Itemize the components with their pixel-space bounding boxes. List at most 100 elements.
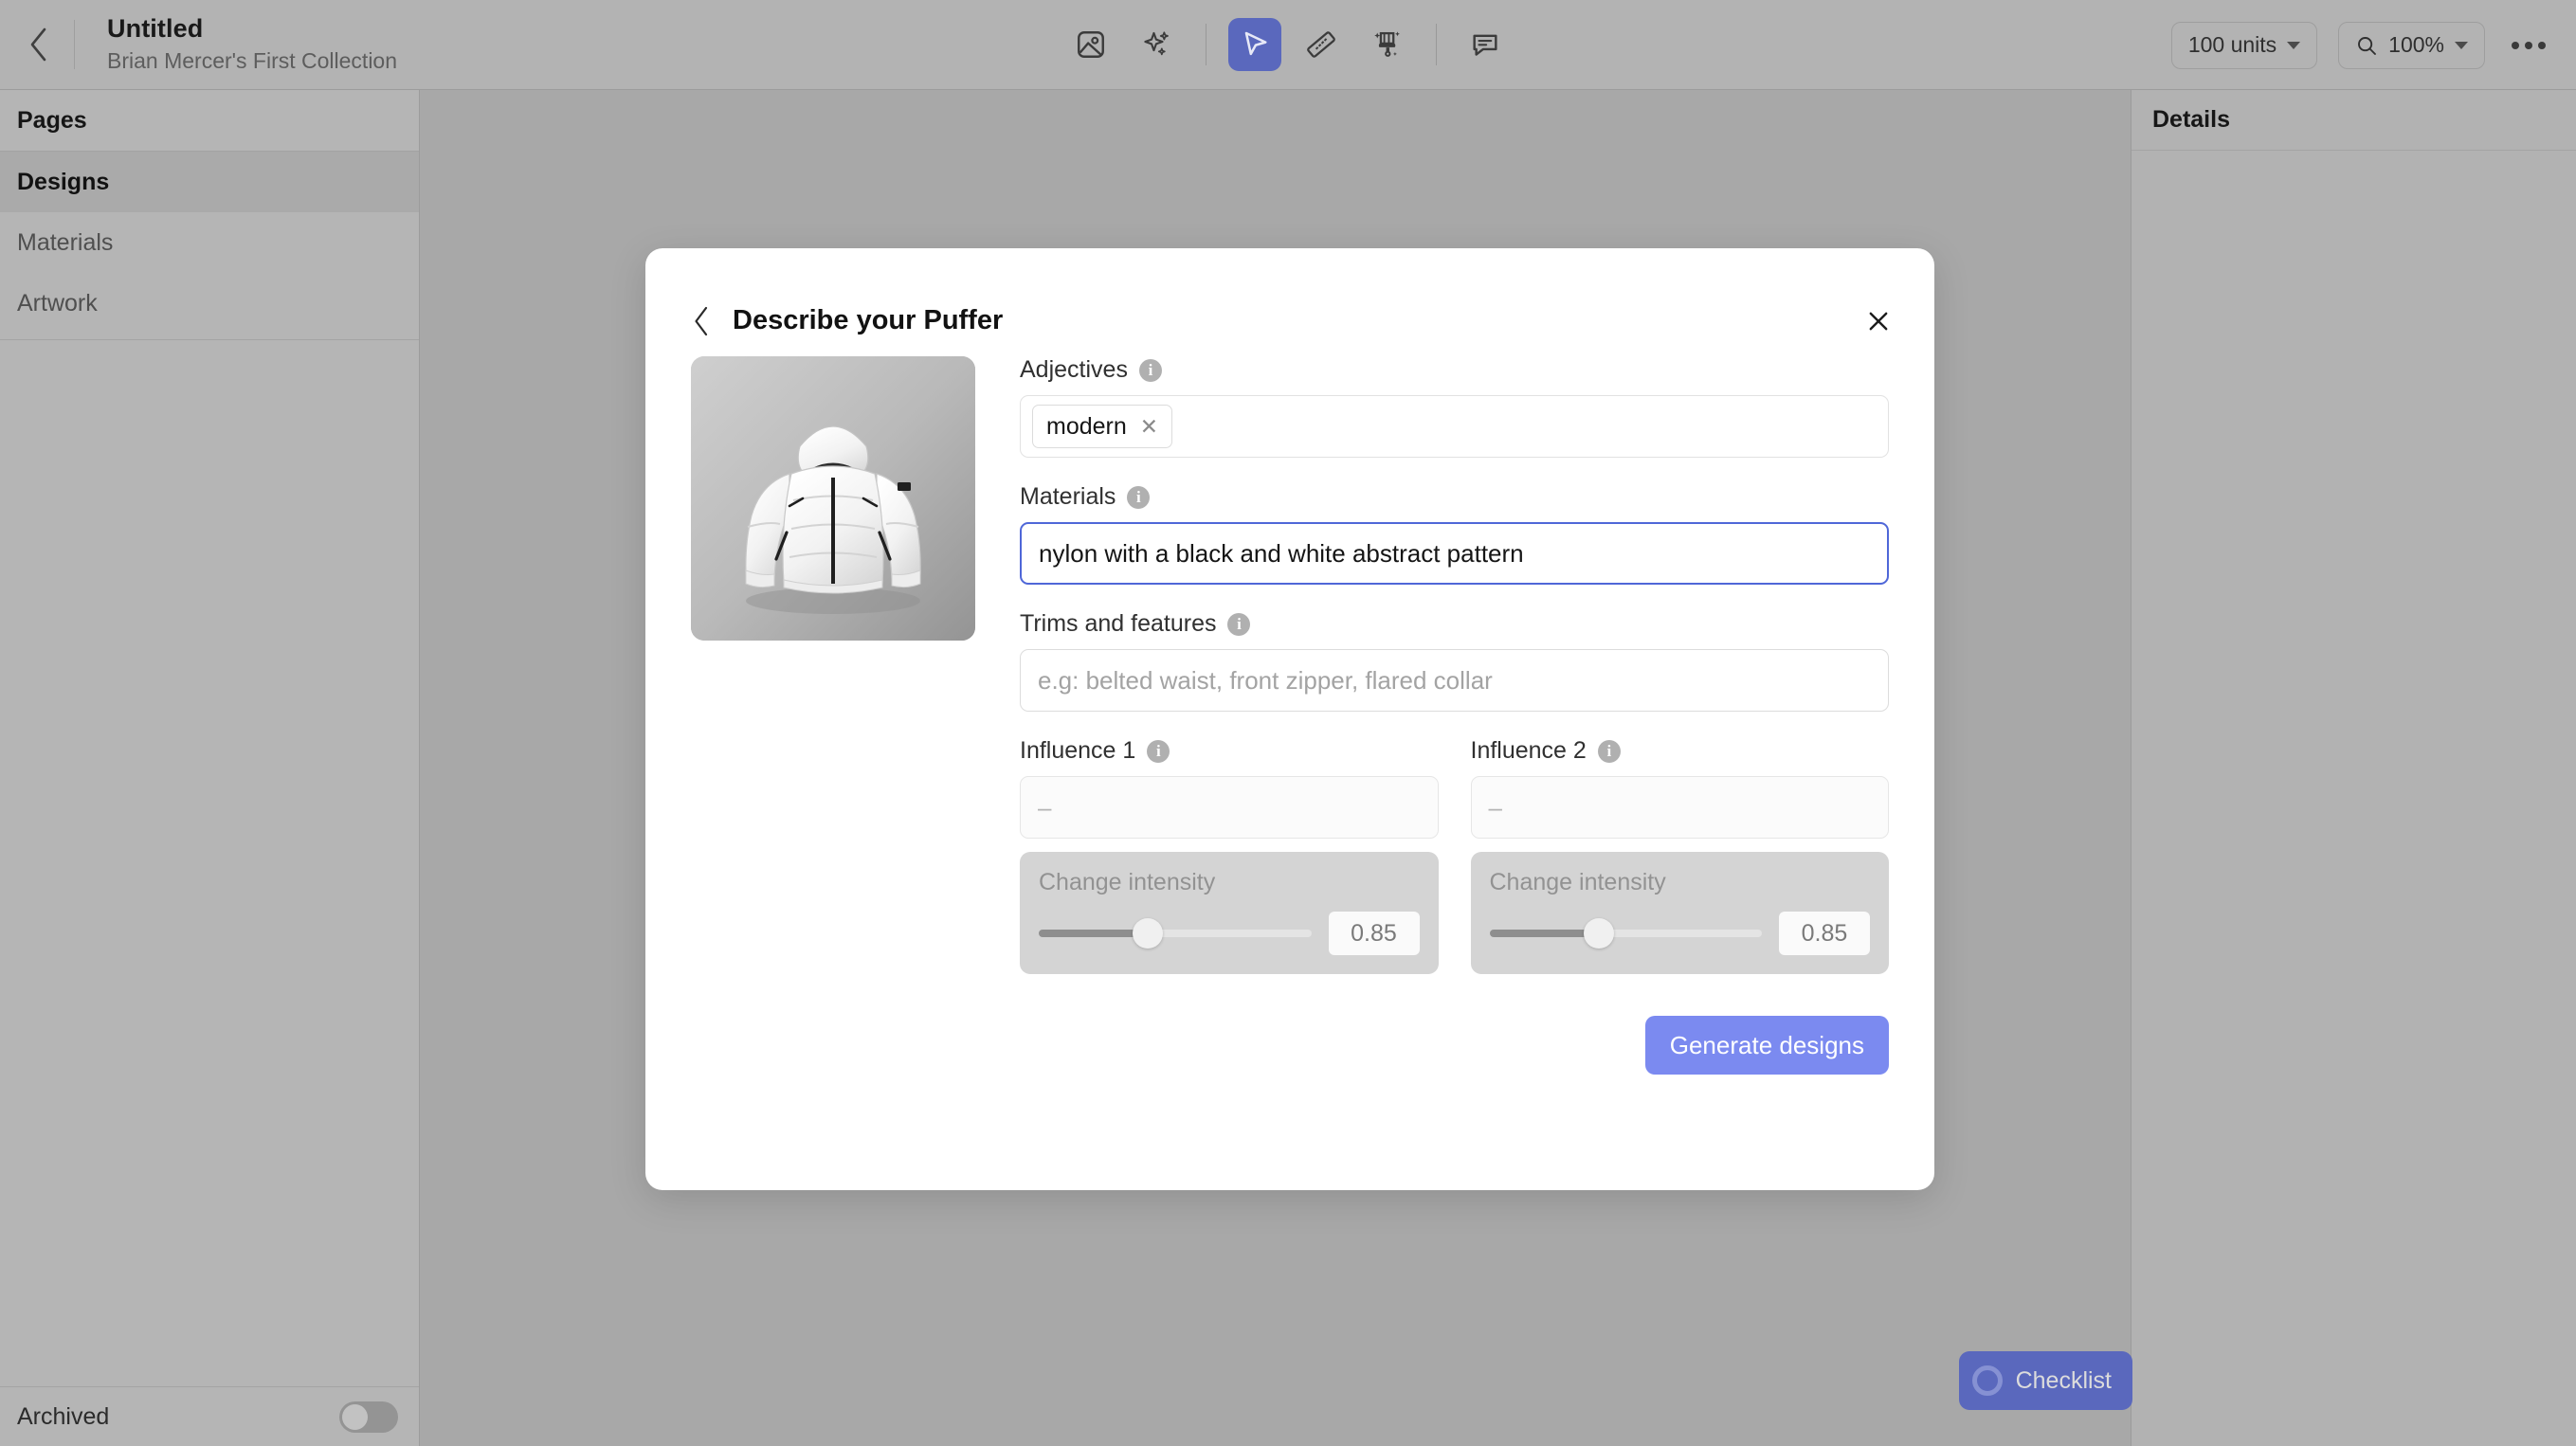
units-dropdown[interactable]: 100 units — [2170, 21, 2318, 69]
adjective-tag-label: modern — [1046, 412, 1127, 440]
influence-2-label: Influence 2 — [1470, 737, 1587, 764]
paint-tool-button[interactable] — [1361, 18, 1414, 71]
ruler-measure-icon — [1307, 31, 1335, 58]
sparkle-ai-icon — [1144, 31, 1169, 56]
trims-label-row: Trims and features i — [1020, 610, 1889, 638]
measure-tool-button[interactable] — [1295, 18, 1348, 71]
top-toolbar: Untitled Brian Mercer's First Collection — [0, 0, 2576, 90]
influence-1-intensity-value[interactable]: 0.85 — [1328, 912, 1420, 955]
toggle-knob — [342, 1403, 368, 1430]
toolbar-divider — [74, 20, 75, 69]
modal-back-button[interactable] — [680, 299, 723, 343]
sidebar-item-designs[interactable]: Designs — [0, 152, 419, 212]
collection-subtitle: Brian Mercer's First Collection — [107, 48, 398, 74]
chevron-left-icon — [30, 27, 46, 62]
influence-2-slider[interactable] — [1489, 918, 1762, 949]
progress-ring-icon — [1971, 1365, 2003, 1396]
sidebar-item-artwork[interactable]: Artwork — [0, 273, 419, 334]
thumbnail-column — [691, 356, 975, 974]
checklist-button[interactable]: Checklist — [1958, 1351, 2132, 1410]
topbar-right-controls: 100 units 100% — [2170, 0, 2551, 90]
sidebar-item-label: Designs — [17, 168, 110, 195]
cursor-select-tool-button[interactable] — [1228, 18, 1281, 71]
modal-header: Describe your Puffer — [645, 248, 1934, 356]
checklist-label: Checklist — [2015, 1366, 2112, 1394]
paintbrush-icon — [1374, 31, 1400, 57]
influences-row: Influence 1 i – Change intensity 0.85 In… — [1020, 737, 1889, 974]
modal-footer: Generate designs — [645, 974, 1934, 1075]
search-icon — [2358, 36, 2377, 55]
modal-body: Adjectives i modern ✕ Materials i nylon … — [645, 356, 1934, 974]
influence-2-label-row: Influence 2 i — [1471, 737, 1890, 765]
sidebar-item-label: Pages — [17, 106, 87, 134]
info-icon[interactable]: i — [1597, 739, 1621, 763]
details-panel: Details — [2131, 90, 2576, 1446]
image-icon — [1078, 31, 1104, 58]
influence-2-intensity-value[interactable]: 0.85 — [1779, 912, 1870, 955]
tool-divider-2 — [1436, 24, 1437, 65]
influence-2-column: Influence 2 i – Change intensity 0.85 — [1470, 737, 1890, 974]
influence-2-intensity-label: Change intensity — [1489, 869, 1666, 895]
influence-2-intensity-panel: Change intensity 0.85 — [1470, 852, 1889, 974]
describe-puffer-modal: Describe your Puffer Adjectives i modern… — [645, 248, 1934, 1190]
influence-2-slider-row: 0.85 — [1489, 912, 1870, 955]
slider-thumb[interactable] — [1583, 918, 1614, 949]
sidebar-item-pages[interactable]: Pages — [0, 90, 419, 151]
image-tool-button[interactable] — [1064, 18, 1117, 71]
influence-1-input[interactable]: – — [1020, 776, 1439, 839]
details-panel-title: Details — [2132, 90, 2576, 151]
sidebar-item-materials[interactable]: Materials — [0, 212, 419, 273]
info-icon[interactable]: i — [1147, 739, 1170, 763]
back-button[interactable] — [9, 15, 68, 74]
comment-icon — [1473, 34, 1497, 56]
puffer-thumbnail[interactable] — [691, 356, 975, 641]
generate-designs-button[interactable]: Generate designs — [1644, 1016, 1889, 1075]
chevron-left-icon — [695, 306, 708, 336]
info-icon[interactable]: i — [1138, 358, 1162, 382]
slider-fill — [1039, 930, 1148, 937]
modal-close-button[interactable] — [1857, 299, 1900, 343]
chevron-down-icon — [2455, 41, 2468, 49]
page-title: Untitled — [107, 13, 204, 43]
influence-1-intensity-panel: Change intensity 0.85 — [1020, 852, 1439, 974]
cursor-select-icon — [1244, 31, 1267, 56]
materials-input[interactable]: nylon with a black and white abstract pa… — [1020, 522, 1889, 585]
modal-title: Describe your Puffer — [733, 305, 1004, 335]
influence-1-slider-row: 0.85 — [1039, 912, 1420, 955]
sidebar-item-label: Materials — [17, 228, 114, 256]
tag-remove-x-icon[interactable]: ✕ — [1140, 415, 1158, 438]
trims-label: Trims and features — [1020, 610, 1217, 637]
slider-thumb[interactable] — [1133, 918, 1163, 949]
adjective-tag: modern ✕ — [1032, 405, 1173, 448]
influence-1-slider[interactable] — [1039, 918, 1312, 949]
kebab-dot — [2538, 41, 2546, 49]
sidebar-divider-2 — [0, 339, 419, 340]
influence-2-input[interactable]: – — [1470, 776, 1889, 839]
ai-generate-tool-button[interactable] — [1131, 18, 1184, 71]
trims-input[interactable]: e.g: belted waist, front zipper, flared … — [1020, 649, 1889, 712]
materials-label-row: Materials i — [1020, 483, 1889, 511]
adjectives-input[interactable]: modern ✕ — [1020, 395, 1889, 458]
kebab-dot — [2512, 41, 2519, 49]
document-title-block: Untitled Brian Mercer's First Collection — [107, 13, 397, 77]
chevron-down-icon — [2287, 41, 2301, 49]
app-root: Untitled Brian Mercer's First Collection — [0, 0, 2576, 1446]
materials-label: Materials — [1020, 483, 1116, 510]
influence-1-column: Influence 1 i – Change intensity 0.85 — [1020, 737, 1439, 974]
zoom-dropdown[interactable]: 100% — [2338, 21, 2485, 69]
comment-tool-button[interactable] — [1459, 18, 1512, 71]
info-icon[interactable]: i — [1227, 612, 1251, 636]
influence-1-label-row: Influence 1 i — [1020, 737, 1439, 765]
zoom-value: 100% — [2388, 32, 2444, 57]
adjectives-label-row: Adjectives i — [1020, 356, 1889, 384]
slider-fill — [1489, 930, 1599, 937]
influence-1-intensity-label: Change intensity — [1039, 869, 1216, 895]
white-puffer-jacket-illustration — [691, 356, 975, 641]
form-fields: Adjectives i modern ✕ Materials i nylon … — [975, 356, 1889, 974]
info-icon[interactable]: i — [1127, 485, 1151, 509]
archived-toggle[interactable] — [339, 1401, 398, 1433]
more-options-button[interactable] — [2506, 32, 2551, 59]
